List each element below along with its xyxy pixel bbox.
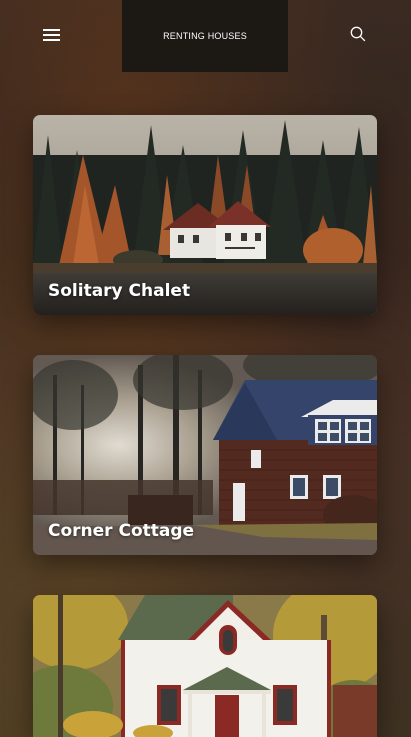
hamburger-menu-icon[interactable] [40,24,64,44]
search-icon[interactable] [348,24,368,44]
listing-title: Solitary Chalet [48,281,191,301]
listing-card-solitary-chalet[interactable]: Solitary Chalet [33,115,377,315]
top-bar: RENTING HOUSES [0,0,411,72]
listing-title: Corner Cottage [48,521,195,541]
house-photo [33,595,377,737]
listing-card-third[interactable] [33,595,377,737]
listing-card-corner-cottage[interactable]: Corner Cottage [33,355,377,555]
app-title-box: RENTING HOUSES [122,0,288,72]
app-title: RENTING HOUSES [163,31,247,41]
